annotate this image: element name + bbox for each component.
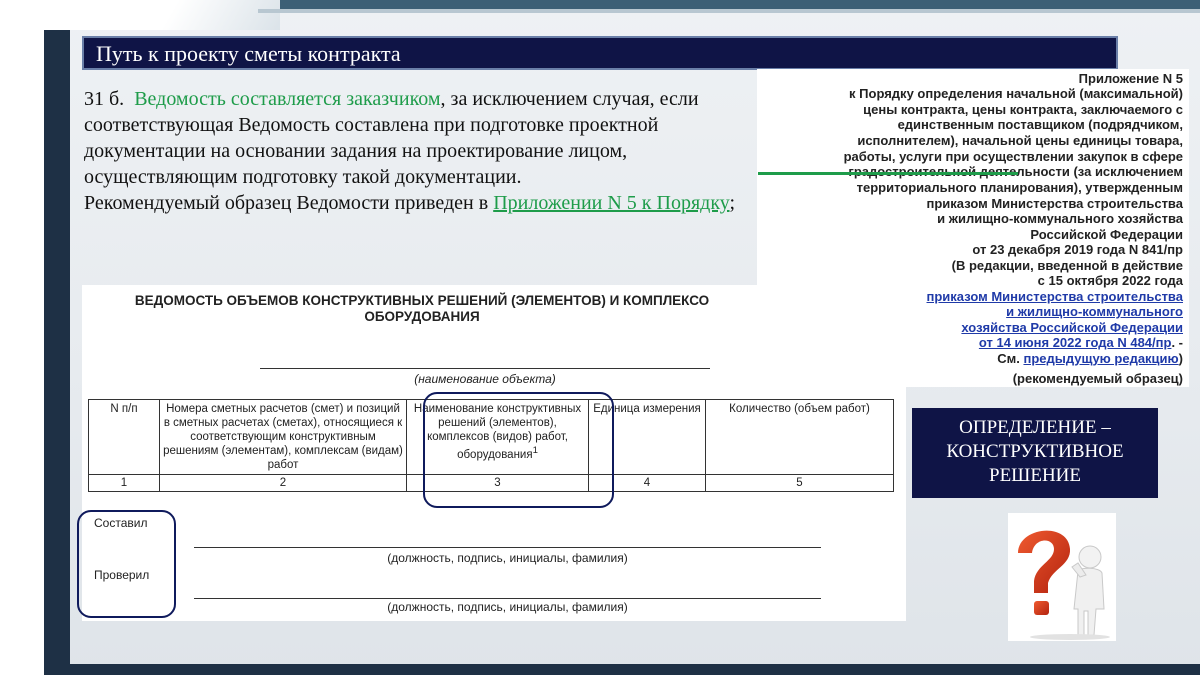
body-paragraph: 31 б. Ведомость составляется заказчиком,…: [84, 86, 744, 216]
slide-title: Путь к проекту сметы контракта: [96, 41, 401, 66]
clause-number: 31 б.: [84, 88, 125, 110]
column-header-quantity: Количество (объем работ): [705, 399, 894, 475]
left-margin: [0, 0, 44, 675]
amendment-link-line: и жилищно-коммунального: [1006, 304, 1183, 320]
definition-box: ОПРЕДЕЛЕНИЕ – КОНСТРУКТИВНОЕ РЕШЕНИЕ: [912, 408, 1158, 498]
slide-title-bar: Путь к проекту сметы контракта: [82, 36, 1118, 70]
checked-signature-line: [194, 598, 821, 599]
column-number: 2: [159, 474, 407, 492]
amendment-link-line: от 14 июня 2022 года N 484/пр. -: [979, 335, 1183, 351]
definition-line2: КОНСТРУКТИВНОЕ: [946, 441, 1124, 462]
object-name-caption: (наименование объекта): [414, 372, 556, 386]
see-suffix: ): [1178, 351, 1183, 366]
definition-line1: ОПРЕДЕЛЕНИЕ –: [959, 417, 1111, 438]
column-header-number: N п/п: [88, 399, 160, 475]
appendix-line: к Порядку определения начальной (максима…: [849, 86, 1183, 101]
previous-edition-link[interactable]: предыдущую редакцию: [1023, 351, 1178, 366]
column-number: 5: [705, 474, 894, 492]
appendix-line: исполнителем), начальной цены единицы то…: [857, 133, 1183, 148]
question-mark-person-icon: [1008, 513, 1116, 641]
appendix-line: приказом Министерства строительства: [926, 196, 1183, 211]
compiled-signature-line: [194, 547, 821, 548]
recommended-suffix: ;: [729, 192, 736, 214]
statement-title-line2: ОБОРУДОВАНИЯ: [364, 309, 480, 324]
top-accent-stripe: [280, 0, 1200, 9]
amendment-link[interactable]: от 14 июня 2022 года N 484/пр: [979, 335, 1172, 350]
appendix-line: единственным поставщиком (подрядчиком,: [897, 117, 1183, 132]
appendix-line: (В редакции, введенной в действие: [951, 258, 1183, 273]
green-emphasis-underline: [758, 172, 1018, 175]
amendment-link[interactable]: приказом Министерства строительства: [927, 289, 1183, 304]
highlight-box-signatures: [77, 510, 176, 618]
left-accent-bar: [44, 30, 70, 675]
recommended-prefix: Рекомендуемый образец Ведомости приведен…: [84, 192, 494, 214]
statement-title: ВЕДОМОСТЬ ОБЪЕМОВ КОНСТРУКТИВНЫХ РЕШЕНИЙ…: [82, 293, 762, 325]
amendment-link-line: приказом Министерства строительства: [927, 289, 1183, 305]
appendix-line: Приложение N 5: [1078, 71, 1183, 86]
definition-line3: РЕШЕНИЕ: [989, 465, 1081, 486]
appendix-line: работы, услуги при осуществлении закупок…: [843, 149, 1183, 164]
amendment-link[interactable]: и жилищно-коммунального: [1006, 304, 1183, 319]
highlight-phrase: Ведомость составляется заказчиком: [134, 88, 441, 110]
column-number: 1: [88, 474, 160, 492]
column-header-estimate-numbers: Номера сметных расчетов (смет) и позиций…: [159, 399, 407, 475]
appendix-line: Российской Федерации: [1030, 227, 1183, 242]
appendix-line: цены контракта, цены контракта, заключае…: [863, 102, 1183, 117]
sample-note: (рекомендуемый образец): [1012, 371, 1183, 386]
appendix-line: от 23 декабря 2019 года N 841/пр: [972, 242, 1183, 257]
checked-signature-caption: (должность, подпись, инициалы, фамилия): [387, 600, 628, 614]
top-accent-stripe-light: [258, 9, 1200, 13]
statement-title-line1: ВЕДОМОСТЬ ОБЪЕМОВ КОНСТРУКТИВНЫХ РЕШЕНИЙ…: [134, 293, 710, 308]
previous-edition-line: См. предыдущую редакцию): [997, 351, 1183, 367]
appendix-header-image: Приложение N 5 к Порядку определения нач…: [757, 69, 1189, 387]
amendment-link[interactable]: хозяйства Российской Федерации: [961, 320, 1183, 335]
appendix-line: и жилищно-коммунального хозяйства: [937, 211, 1183, 226]
amendment-link-line: хозяйства Российской Федерации: [961, 320, 1183, 336]
appendix-line: территориального планирования), утвержде…: [856, 180, 1183, 195]
see-prefix: См.: [997, 351, 1024, 366]
object-name-line: [260, 368, 710, 369]
bottom-accent-bar: [70, 664, 1200, 675]
appendix-link[interactable]: Приложении N 5 к Порядку: [493, 192, 729, 214]
compiled-signature-caption: (должность, подпись, инициалы, фамилия): [387, 551, 628, 565]
after-link-text: . -: [1171, 335, 1183, 350]
highlight-box-solution-column: [423, 392, 614, 508]
appendix-line: с 15 октября 2022 года: [1037, 273, 1183, 288]
